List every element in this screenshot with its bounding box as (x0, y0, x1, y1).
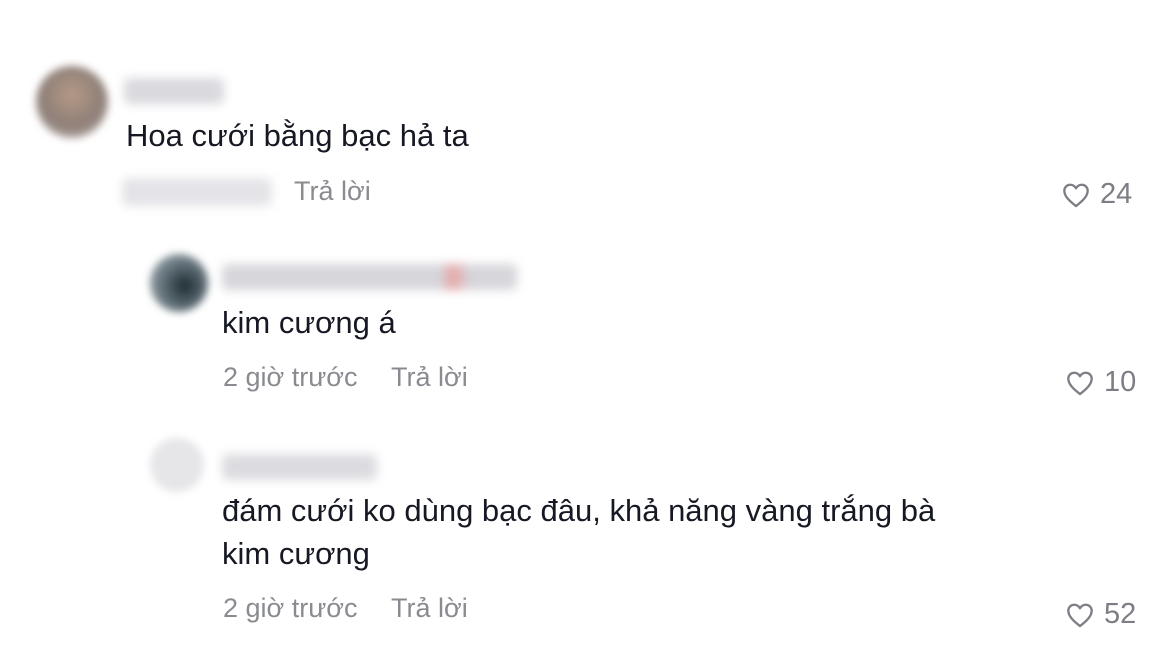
comment-text-line-1: đám cưới ko dùng bạc đâu, khả năng vàng … (222, 493, 936, 528)
avatar[interactable] (150, 438, 204, 492)
reply-button[interactable]: Trả lời (391, 362, 468, 393)
comment-text-line-2: kim cương (222, 536, 370, 571)
like-count: 52 (1104, 598, 1137, 630)
username[interactable] (222, 264, 517, 290)
reply-button[interactable]: Trả lời (391, 593, 468, 624)
like-button[interactable]: 24 (1062, 178, 1132, 211)
reply-comment-item: đám cưới ko dùng bạc đâu, khả năng vàng … (0, 420, 1162, 662)
avatar[interactable] (150, 254, 208, 312)
username[interactable] (124, 78, 224, 104)
timestamp (122, 178, 272, 206)
heart-outline-icon (1067, 371, 1093, 395)
reply-comment-item: kim cương á 2 giờ trước Trả lời 10 (0, 230, 1162, 420)
avatar[interactable] (36, 66, 108, 138)
username[interactable] (222, 454, 377, 480)
comment-item: Hoa cưới bằng bạc hả ta Trả lời 24 (0, 0, 1162, 230)
like-count: 24 (1100, 178, 1133, 210)
heart-outline-icon (1063, 183, 1089, 207)
heart-outline-icon (1067, 603, 1093, 627)
timestamp: 2 giờ trước (223, 362, 358, 392)
timestamp: 2 giờ trước (223, 593, 358, 623)
like-button[interactable]: 52 (1066, 598, 1136, 631)
comment-text: kim cương á (222, 305, 396, 340)
like-count: 10 (1104, 366, 1137, 398)
comment-text: Hoa cưới bằng bạc hả ta (126, 118, 469, 153)
reply-button[interactable]: Trả lời (294, 176, 371, 207)
like-button[interactable]: 10 (1066, 366, 1136, 399)
